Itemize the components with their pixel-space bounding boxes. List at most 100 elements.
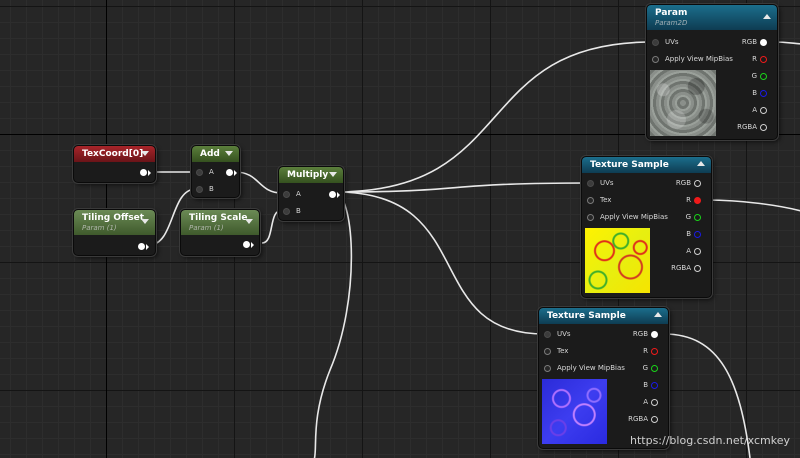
multiply-output-pin[interactable] <box>329 191 336 198</box>
tiling-offset-node[interactable]: Tiling Offset Param (1) <box>73 209 156 256</box>
tex2-output-rgb-label: RGB <box>632 330 648 338</box>
chevron-up-icon[interactable] <box>697 161 705 166</box>
pin-arrow-icon <box>234 170 237 176</box>
chevron-down-icon[interactable] <box>245 219 253 224</box>
tex2-output-b-label: B <box>643 381 648 389</box>
tex2-input-mipbias-pin[interactable] <box>544 365 551 372</box>
tex1-output-rgb-pin[interactable] <box>694 180 701 187</box>
add-output-pin[interactable] <box>226 169 233 176</box>
tex2-input-tex-pin[interactable] <box>544 348 551 355</box>
tex1-input-tex-label: Tex <box>600 196 612 204</box>
param-output-g-label: G <box>751 72 757 80</box>
multiply-input-a-label: A <box>296 190 301 198</box>
texture-sample-1-header[interactable]: Texture Sample <box>582 157 711 173</box>
tex2-output-b-pin[interactable] <box>651 382 658 389</box>
tex1-output-g-pin[interactable] <box>694 214 701 221</box>
tex2-input-tex-label: Tex <box>557 347 569 355</box>
param-input-uvs-label: UVs <box>665 38 679 46</box>
tex2-output-g-pin[interactable] <box>651 365 658 372</box>
param-output-rgb-pin[interactable] <box>760 39 767 46</box>
param-input-uvs-pin[interactable] <box>652 39 659 46</box>
texcoord-node[interactable]: TexCoord[0] <box>73 145 156 183</box>
tex2-input-uvs-pin[interactable] <box>544 331 551 338</box>
chevron-down-icon[interactable] <box>225 151 233 156</box>
chevron-up-icon[interactable] <box>654 312 662 317</box>
tex2-input-uvs-label: UVs <box>557 330 571 338</box>
tex1-output-a-label: A <box>686 247 691 255</box>
texcoord-header[interactable]: TexCoord[0] <box>74 146 155 162</box>
param-output-rgba-pin[interactable] <box>760 124 767 131</box>
param-output-r-label: R <box>752 55 757 63</box>
param-subtitle: Param2D <box>655 19 688 27</box>
wire-multiply-texsample2 <box>335 191 545 335</box>
wire-multiply-down <box>313 191 353 458</box>
texture-sample-2-title: Texture Sample <box>547 311 626 321</box>
texture-sample-1-node[interactable]: Texture Sample UVs Tex Apply View MipBia… <box>581 156 712 298</box>
multiply-input-b-pin[interactable] <box>283 208 290 215</box>
texture-sample-1-title: Texture Sample <box>590 160 669 170</box>
param-output-a-pin[interactable] <box>760 107 767 114</box>
param-output-rgb-label: RGB <box>741 38 757 46</box>
texture-sample-2-header[interactable]: Texture Sample <box>539 308 668 324</box>
tiling-scale-subtitle: Param (1) <box>189 224 224 232</box>
pin-arrow-icon <box>337 192 340 198</box>
tex2-output-r-pin[interactable] <box>651 348 658 355</box>
watermark-text: https://blog.csdn.net/xcmkey <box>630 434 790 447</box>
texture-sample-2-node[interactable]: Texture Sample UVs Tex Apply View MipBia… <box>538 307 669 449</box>
tex1-output-rgba-pin[interactable] <box>694 265 701 272</box>
add-header[interactable]: Add <box>192 146 239 162</box>
tiling-offset-header[interactable]: Tiling Offset Param (1) <box>74 210 155 235</box>
add-input-a-pin[interactable] <box>196 169 203 176</box>
tex1-output-a-pin[interactable] <box>694 248 701 255</box>
param-texture-preview <box>650 70 716 136</box>
param-input-mipbias-pin[interactable] <box>652 56 659 63</box>
tex2-input-mipbias-label: Apply View MipBias <box>557 364 625 372</box>
add-input-b-label: B <box>209 185 214 193</box>
add-input-b-pin[interactable] <box>196 186 203 193</box>
chevron-down-icon[interactable] <box>141 219 149 224</box>
tex1-output-g-label: G <box>685 213 691 221</box>
param-output-r-pin[interactable] <box>760 56 767 63</box>
chevron-down-icon[interactable] <box>141 151 149 156</box>
tiling-scale-output-pin[interactable] <box>243 241 250 248</box>
tiling-offset-output-pin[interactable] <box>138 243 145 250</box>
param-title: Param <box>655 8 688 18</box>
tex1-input-uvs-label: UVs <box>600 179 614 187</box>
tex1-input-uvs-pin[interactable] <box>587 180 594 187</box>
param-header[interactable]: Param Param2D <box>647 5 777 30</box>
add-node[interactable]: Add A B <box>191 145 240 198</box>
tex2-output-rgba-pin[interactable] <box>651 416 658 423</box>
tiling-scale-header[interactable]: Tiling Scale Param (1) <box>181 210 259 235</box>
texture-sample-1-preview <box>585 228 650 293</box>
param-output-b-pin[interactable] <box>760 90 767 97</box>
tex1-output-r-label: R <box>686 196 691 204</box>
tex2-output-rgba-label: RGBA <box>628 415 648 423</box>
multiply-header[interactable]: Multiply <box>279 167 343 183</box>
tex1-output-b-pin[interactable] <box>694 231 701 238</box>
tex2-output-g-label: G <box>642 364 648 372</box>
chevron-up-icon[interactable] <box>763 14 771 19</box>
chevron-down-icon[interactable] <box>329 172 337 177</box>
pin-arrow-icon <box>148 170 151 176</box>
tex1-output-rgba-label: RGBA <box>671 264 691 272</box>
multiply-node[interactable]: Multiply A B <box>278 166 344 221</box>
add-input-a-label: A <box>209 168 214 176</box>
multiply-input-a-pin[interactable] <box>283 191 290 198</box>
tex2-output-a-pin[interactable] <box>651 399 658 406</box>
param-output-a-label: A <box>752 106 757 114</box>
tex1-output-r-pin[interactable] <box>694 197 701 204</box>
wire-multiply-texsample1 <box>335 182 589 193</box>
tiling-scale-title: Tiling Scale <box>189 213 248 223</box>
tex1-input-mipbias-pin[interactable] <box>587 214 594 221</box>
tex1-input-tex-pin[interactable] <box>587 197 594 204</box>
texcoord-output-pin[interactable] <box>140 169 147 176</box>
param-output-g-pin[interactable] <box>760 73 767 80</box>
texture-sample-2-preview <box>542 379 607 444</box>
param-output-rgba-label: RGBA <box>737 123 757 131</box>
tex2-output-r-label: R <box>643 347 648 355</box>
tiling-scale-node[interactable]: Tiling Scale Param (1) <box>180 209 260 256</box>
tex2-output-rgb-pin[interactable] <box>651 331 658 338</box>
param-node[interactable]: Param Param2D UVs Apply View MipBias RGB… <box>646 4 778 140</box>
param-input-mipbias-label: Apply View MipBias <box>665 55 733 63</box>
tex1-input-mipbias-label: Apply View MipBias <box>600 213 668 221</box>
